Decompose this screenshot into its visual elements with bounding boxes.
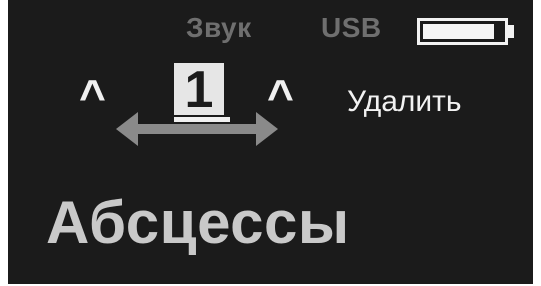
delete-button[interactable]: Удалить <box>347 85 462 119</box>
battery-body <box>417 18 508 45</box>
battery-icon <box>417 18 515 45</box>
battery-fill <box>423 24 495 39</box>
value-selector[interactable]: 1 <box>174 63 224 115</box>
battery-tip <box>508 25 514 38</box>
selected-value: 1 <box>184 63 214 115</box>
left-right-arrow-icon[interactable] <box>116 112 278 146</box>
sound-label[interactable]: Звук <box>186 11 252 45</box>
left-caret-icon[interactable]: ^ <box>79 73 106 119</box>
page-title: Абсцессы <box>46 189 350 256</box>
usb-label: USB <box>321 12 382 43</box>
device-screen: Звук USB ^ 1 ^ Удалить Абсцессы <box>8 0 533 284</box>
